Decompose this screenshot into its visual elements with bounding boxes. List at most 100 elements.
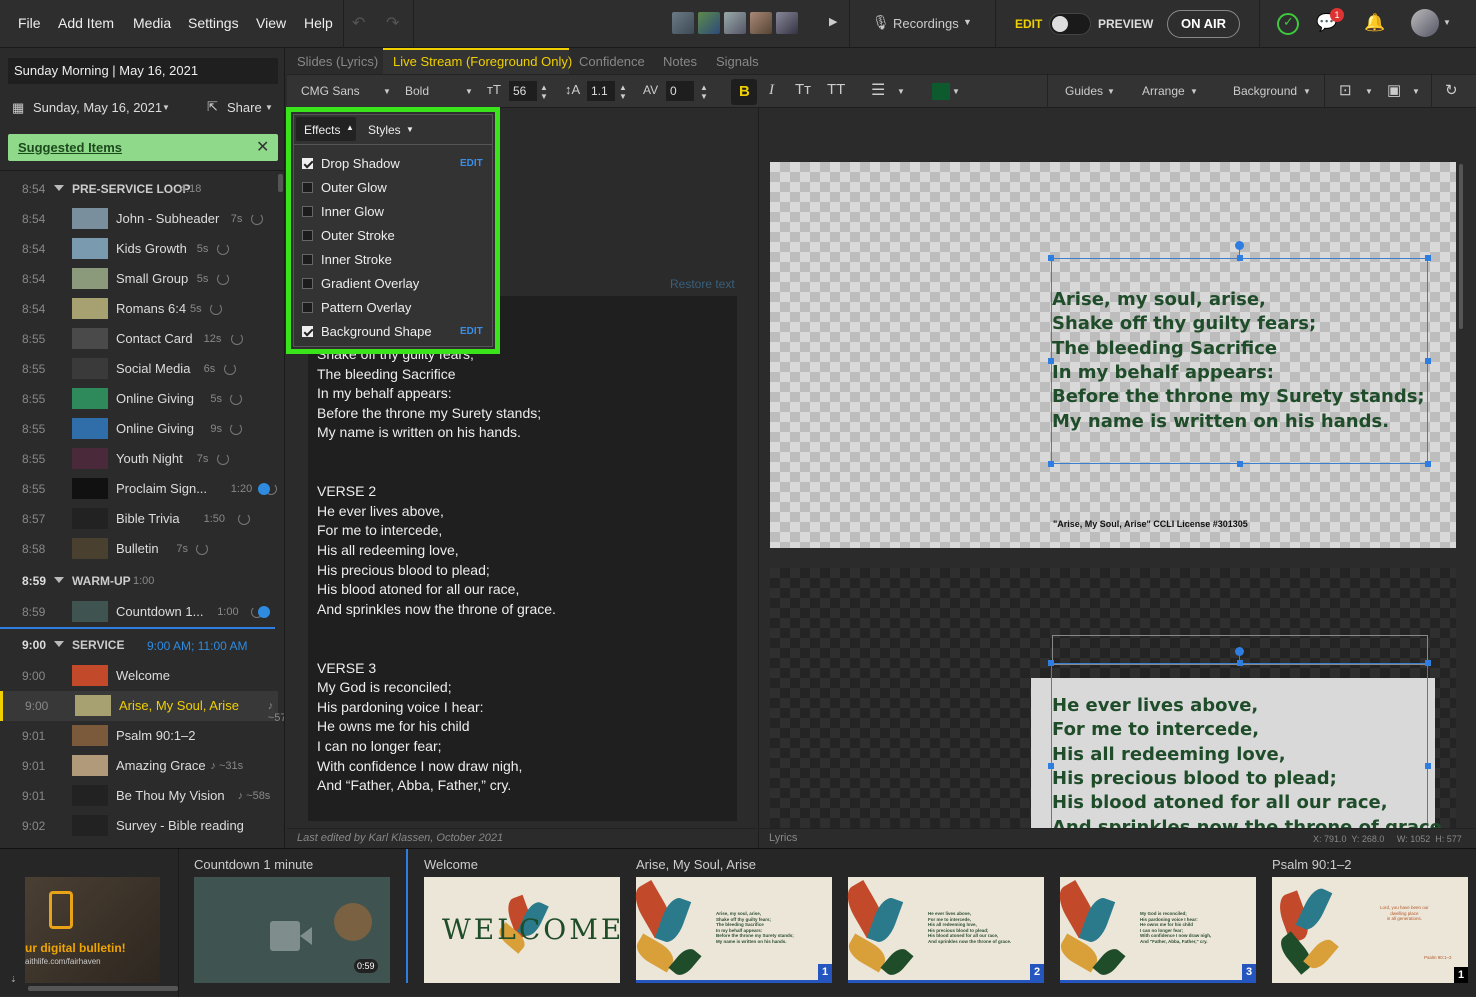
- rundown-item[interactable]: 8:58 Bulletin 7s: [0, 534, 278, 564]
- collapse-icon[interactable]: [54, 577, 64, 583]
- restore-text-link[interactable]: Restore text: [670, 277, 735, 291]
- slide-thumbnail-3[interactable]: My God is reconciled; His pardoning voic…: [1052, 877, 1256, 983]
- effect-checkbox[interactable]: [302, 158, 313, 169]
- collapse-icon[interactable]: [54, 641, 64, 647]
- rundown-item[interactable]: 8:55 Online Giving 9s: [0, 414, 278, 444]
- line-height-input[interactable]: 1.1: [587, 81, 615, 101]
- tracking-input[interactable]: 0: [666, 81, 694, 101]
- font-size-input[interactable]: 56: [509, 81, 537, 101]
- guides-button[interactable]: Guides: [1065, 84, 1103, 98]
- image-icon[interactable]: ▣: [1387, 81, 1401, 99]
- rundown-item[interactable]: 9:01 Amazing Grace ♪ ~31s: [0, 751, 278, 781]
- text-box-icon[interactable]: ⊡: [1339, 81, 1352, 99]
- tab-effects[interactable]: Effects: [304, 123, 340, 137]
- effect-checkbox[interactable]: [302, 206, 313, 217]
- avatar[interactable]: [776, 12, 798, 34]
- edit-effect-link[interactable]: EDIT: [460, 158, 483, 169]
- effect-checkbox[interactable]: [302, 326, 313, 337]
- rundown-item[interactable]: 8:59 Countdown 1... 1:00: [0, 597, 278, 627]
- menu-view[interactable]: View: [256, 15, 286, 31]
- rundown-item[interactable]: 9:01 Psalm 90:1–2: [0, 721, 278, 751]
- tab-live-stream[interactable]: Live Stream (Foreground Only): [393, 54, 572, 69]
- font-weight-select[interactable]: Bold: [405, 84, 429, 98]
- text-case-button[interactable]: Tт: [795, 81, 811, 98]
- user-avatar[interactable]: [1411, 9, 1439, 37]
- tab-signals[interactable]: Signals: [716, 54, 759, 69]
- bulletin-thumbnail[interactable]: ur digital bulletin! aithlife.com/fairha…: [25, 877, 160, 983]
- reset-icon[interactable]: ↻: [1445, 81, 1458, 99]
- rundown-item[interactable]: 8:54 Romans 6:4 5s: [0, 294, 278, 324]
- rundown-item[interactable]: 8:55 Online Giving 5s: [0, 384, 278, 414]
- effect-item[interactable]: Background Shape EDIT: [302, 321, 490, 343]
- bell-icon[interactable]: 🔔: [1364, 13, 1385, 33]
- section-header[interactable]: 8:54 PRE-SERVICE LOOP 4:18: [0, 174, 278, 204]
- section-header[interactable]: 8:59 WARM-UP 1:00: [0, 566, 278, 596]
- sync-ok-icon[interactable]: ✓: [1277, 13, 1299, 35]
- avatar[interactable]: [750, 12, 772, 34]
- align-icon[interactable]: ☰: [871, 80, 885, 100]
- avatar[interactable]: [698, 12, 720, 34]
- slide-thumbnail-1[interactable]: Arise, my soul, arise, Shake off thy gui…: [628, 877, 832, 983]
- rundown-item[interactable]: 9:00 Welcome: [0, 661, 278, 691]
- stepper-icon[interactable]: ▲ ▼: [700, 83, 708, 101]
- effect-item[interactable]: Outer Glow: [302, 177, 490, 199]
- effect-item[interactable]: Inner Stroke: [302, 249, 490, 271]
- effect-item[interactable]: Gradient Overlay: [302, 273, 490, 295]
- background-button[interactable]: Background: [1233, 84, 1297, 98]
- edit-preview-toggle[interactable]: [1049, 13, 1091, 35]
- bold-button[interactable]: B: [731, 79, 757, 105]
- undo-icon[interactable]: ↶: [352, 13, 365, 33]
- effect-item[interactable]: Drop Shadow EDIT: [302, 153, 490, 175]
- rundown-item[interactable]: 8:55 Contact Card 12s: [0, 324, 278, 354]
- tab-styles[interactable]: Styles: [368, 123, 401, 137]
- effect-checkbox[interactable]: [302, 278, 313, 289]
- share-button[interactable]: Share: [227, 100, 262, 115]
- date-picker[interactable]: Sunday, May 16, 2021: [33, 100, 162, 115]
- horizontal-scrollbar[interactable]: [28, 986, 178, 991]
- menu-help[interactable]: Help: [304, 15, 333, 31]
- avatar[interactable]: [724, 12, 746, 34]
- menu-add-item[interactable]: Add Item: [58, 15, 114, 31]
- effect-checkbox[interactable]: [302, 302, 313, 313]
- play-icon[interactable]: [258, 483, 270, 495]
- menu-file[interactable]: File: [18, 15, 41, 31]
- rundown-item[interactable]: 8:54 John - Subheader 7s: [0, 204, 278, 234]
- countdown-thumbnail[interactable]: 0:59: [194, 877, 390, 983]
- menu-media[interactable]: Media: [133, 15, 171, 31]
- recordings-button[interactable]: Recordings: [893, 16, 959, 31]
- rundown-item[interactable]: 9:00Arise, My Soul, Arise♪ ~57s: [0, 691, 284, 724]
- effect-checkbox[interactable]: [302, 182, 313, 193]
- rundown-item[interactable]: 9:01 Be Thou My Vision ♪ ~58s: [0, 781, 278, 811]
- effect-checkbox[interactable]: [302, 230, 313, 241]
- font-family-select[interactable]: CMG Sans: [301, 84, 360, 98]
- presentation-title[interactable]: Sunday Morning | May 16, 2021: [8, 58, 278, 84]
- menu-settings[interactable]: Settings: [188, 15, 239, 31]
- tab-slides-lyrics[interactable]: Slides (Lyrics): [297, 54, 378, 69]
- rundown-item[interactable]: 8:55 Proclaim Sign... 1:20: [0, 474, 278, 504]
- uppercase-button[interactable]: TT: [827, 81, 845, 98]
- rundown-item[interactable]: 9:02 Survey - Bible reading: [0, 811, 278, 841]
- italic-button[interactable]: I: [769, 82, 774, 99]
- scrollbar[interactable]: [278, 174, 283, 192]
- play-icon[interactable]: [258, 606, 270, 618]
- effect-item[interactable]: Outer Stroke: [302, 225, 490, 247]
- redo-icon[interactable]: ↷: [386, 13, 399, 33]
- stepper-icon[interactable]: ▲ ▼: [619, 83, 627, 101]
- psalm-thumbnail[interactable]: Lord, you have been our dwelling place i…: [1272, 877, 1468, 983]
- expand-icon[interactable]: ⇣: [10, 975, 17, 984]
- close-icon[interactable]: ✕: [256, 137, 269, 157]
- slide-thumbnail-2[interactable]: He ever lives above, For me to intercede…: [840, 877, 1044, 983]
- edit-effect-link[interactable]: EDIT: [460, 326, 483, 337]
- avatar[interactable]: [672, 12, 694, 34]
- welcome-thumbnail[interactable]: WELCOME: [424, 877, 621, 983]
- tab-notes[interactable]: Notes: [663, 54, 697, 69]
- on-air-button[interactable]: ON AIR: [1167, 10, 1240, 38]
- rundown-item[interactable]: 8:55 Youth Night 7s: [0, 444, 278, 474]
- section-header[interactable]: 9:00 SERVICE 9:00 AM; 11:00 AM: [0, 630, 278, 660]
- arrange-button[interactable]: Arrange: [1142, 84, 1185, 98]
- play-arrow-icon[interactable]: ▶: [829, 15, 837, 28]
- rundown-item[interactable]: 8:54 Kids Growth 5s: [0, 234, 278, 264]
- rundown-item[interactable]: 8:57 Bible Trivia 1:50: [0, 504, 278, 534]
- effect-item[interactable]: Pattern Overlay: [302, 297, 490, 319]
- suggested-items-link[interactable]: Suggested Items: [18, 140, 122, 155]
